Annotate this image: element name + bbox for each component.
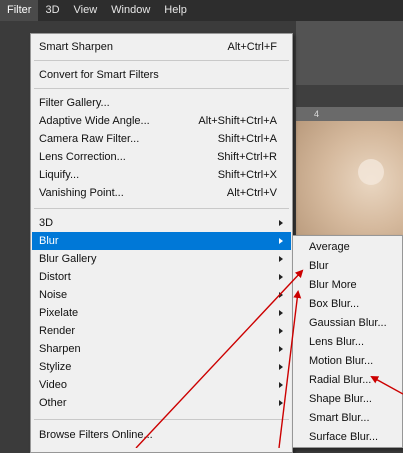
- menubar-window[interactable]: Window: [104, 0, 157, 21]
- menu-item-shortcut: Shift+Ctrl+X: [217, 169, 277, 181]
- menu-item-other[interactable]: Other: [32, 394, 291, 412]
- submenu-item-average[interactable]: Average: [309, 238, 400, 257]
- filter-menu: Smart Sharpen Alt+Ctrl+F Convert for Sma…: [30, 33, 293, 453]
- document-tabs: [296, 85, 403, 107]
- menu-item-adaptive-wide-angle[interactable]: Adaptive Wide Angle... Alt+Shift+Ctrl+A: [32, 112, 291, 130]
- submenu-arrow-icon: [279, 292, 283, 298]
- submenu-item-lens-blur[interactable]: Lens Blur...: [309, 333, 400, 352]
- menu-item-distort[interactable]: Distort: [32, 268, 291, 286]
- menu-separator: [34, 88, 289, 89]
- menu-item-camera-raw-filter[interactable]: Camera Raw Filter... Shift+Ctrl+A: [32, 130, 291, 148]
- menu-item-label: Video: [39, 379, 67, 391]
- menu-item-pixelate[interactable]: Pixelate: [32, 304, 291, 322]
- menubar-filter[interactable]: Filter: [0, 0, 39, 21]
- menu-item-label: Noise: [39, 289, 68, 301]
- submenu-arrow-icon: [279, 346, 283, 352]
- submenu-item-radial-blur[interactable]: Radial Blur...: [309, 371, 400, 390]
- menu-item-label: Sharpen: [39, 343, 81, 355]
- menu-item-noise[interactable]: Noise: [32, 286, 291, 304]
- menu-item-label: Smart Sharpen: [39, 41, 113, 53]
- menu-item-sharpen[interactable]: Sharpen: [32, 340, 291, 358]
- menu-bar: Filter 3D View Window Help: [0, 0, 403, 21]
- blur-submenu: Average Blur Blur More Box Blur... Gauss…: [292, 235, 403, 448]
- menu-item-label: Adaptive Wide Angle...: [39, 115, 150, 127]
- submenu-arrow-icon: [279, 328, 283, 334]
- menubar-help[interactable]: Help: [157, 0, 194, 21]
- menu-item-video[interactable]: Video: [32, 376, 291, 394]
- menu-item-vanishing-point[interactable]: Vanishing Point... Alt+Ctrl+V: [32, 184, 291, 202]
- submenu-arrow-icon: [279, 400, 283, 406]
- menu-item-shortcut: Alt+Ctrl+F: [227, 41, 277, 53]
- submenu-arrow-icon: [279, 274, 283, 280]
- menu-item-label: Blur Gallery: [39, 253, 97, 265]
- menu-item-browse-filters-online[interactable]: Browse Filters Online...: [32, 426, 291, 444]
- menu-item-label: Filter Gallery...: [39, 97, 110, 109]
- menu-item-liquify[interactable]: Liquify... Shift+Ctrl+X: [32, 166, 291, 184]
- menu-item-label: Blur: [39, 235, 59, 247]
- document-canvas[interactable]: [296, 121, 403, 241]
- menu-separator: [34, 419, 289, 420]
- menu-item-label: 3D: [39, 217, 54, 229]
- submenu-arrow-icon: [279, 310, 283, 316]
- menu-item-label: Pixelate: [39, 307, 79, 319]
- menu-item-label: Other: [39, 397, 67, 409]
- menu-item-blur-gallery[interactable]: Blur Gallery: [32, 250, 291, 268]
- menu-item-blur[interactable]: Blur: [32, 232, 291, 250]
- menu-item-shortcut: Shift+Ctrl+R: [217, 151, 277, 163]
- options-bar: [296, 21, 403, 85]
- submenu-item-smart-blur[interactable]: Smart Blur...: [309, 409, 400, 428]
- ruler-tick: 4: [314, 109, 320, 119]
- canvas-highlight: [358, 159, 384, 185]
- menu-item-label: Convert for Smart Filters: [39, 69, 159, 81]
- ruler: 4: [296, 107, 403, 121]
- menu-item-lens-correction[interactable]: Lens Correction... Shift+Ctrl+R: [32, 148, 291, 166]
- menu-item-label: Browse Filters Online...: [39, 429, 153, 441]
- menu-item-label: Distort: [39, 271, 71, 283]
- menu-item-label: Liquify...: [39, 169, 80, 181]
- submenu-arrow-icon: [279, 382, 283, 388]
- menu-item-convert-smart-filters[interactable]: Convert for Smart Filters: [32, 66, 291, 84]
- menu-item-label: Lens Correction...: [39, 151, 126, 163]
- submenu-item-blur-more[interactable]: Blur More: [309, 276, 400, 295]
- submenu-arrow-icon: [279, 238, 283, 244]
- menubar-3d[interactable]: 3D: [38, 0, 66, 21]
- menu-item-shortcut: Shift+Ctrl+A: [217, 133, 277, 145]
- menu-separator: [34, 60, 289, 61]
- menu-separator: [34, 208, 289, 209]
- submenu-item-motion-blur[interactable]: Motion Blur...: [309, 352, 400, 371]
- menu-item-label: Vanishing Point...: [39, 187, 124, 199]
- submenu-item-blur[interactable]: Blur: [309, 257, 400, 276]
- menu-item-shortcut: Alt+Ctrl+V: [226, 187, 277, 199]
- menubar-view[interactable]: View: [67, 0, 105, 21]
- submenu-item-box-blur[interactable]: Box Blur...: [309, 295, 400, 314]
- submenu-item-shape-blur[interactable]: Shape Blur...: [309, 390, 400, 409]
- menu-item-render[interactable]: Render: [32, 322, 291, 340]
- submenu-arrow-icon: [279, 364, 283, 370]
- menu-item-label: Render: [39, 325, 76, 337]
- submenu-arrow-icon: [279, 220, 283, 226]
- submenu-item-surface-blur[interactable]: Surface Blur...: [309, 428, 400, 447]
- menu-item-smart-sharpen[interactable]: Smart Sharpen Alt+Ctrl+F: [32, 38, 291, 56]
- menu-item-shortcut: Alt+Shift+Ctrl+A: [198, 115, 277, 127]
- menu-item-label: Camera Raw Filter...: [39, 133, 140, 145]
- menu-item-stylize[interactable]: Stylize: [32, 358, 291, 376]
- menu-item-filter-gallery[interactable]: Filter Gallery...: [32, 94, 291, 112]
- submenu-arrow-icon: [279, 256, 283, 262]
- menu-item-3d[interactable]: 3D: [32, 214, 291, 232]
- menu-item-label: Stylize: [39, 361, 72, 373]
- submenu-item-gaussian-blur[interactable]: Gaussian Blur...: [309, 314, 400, 333]
